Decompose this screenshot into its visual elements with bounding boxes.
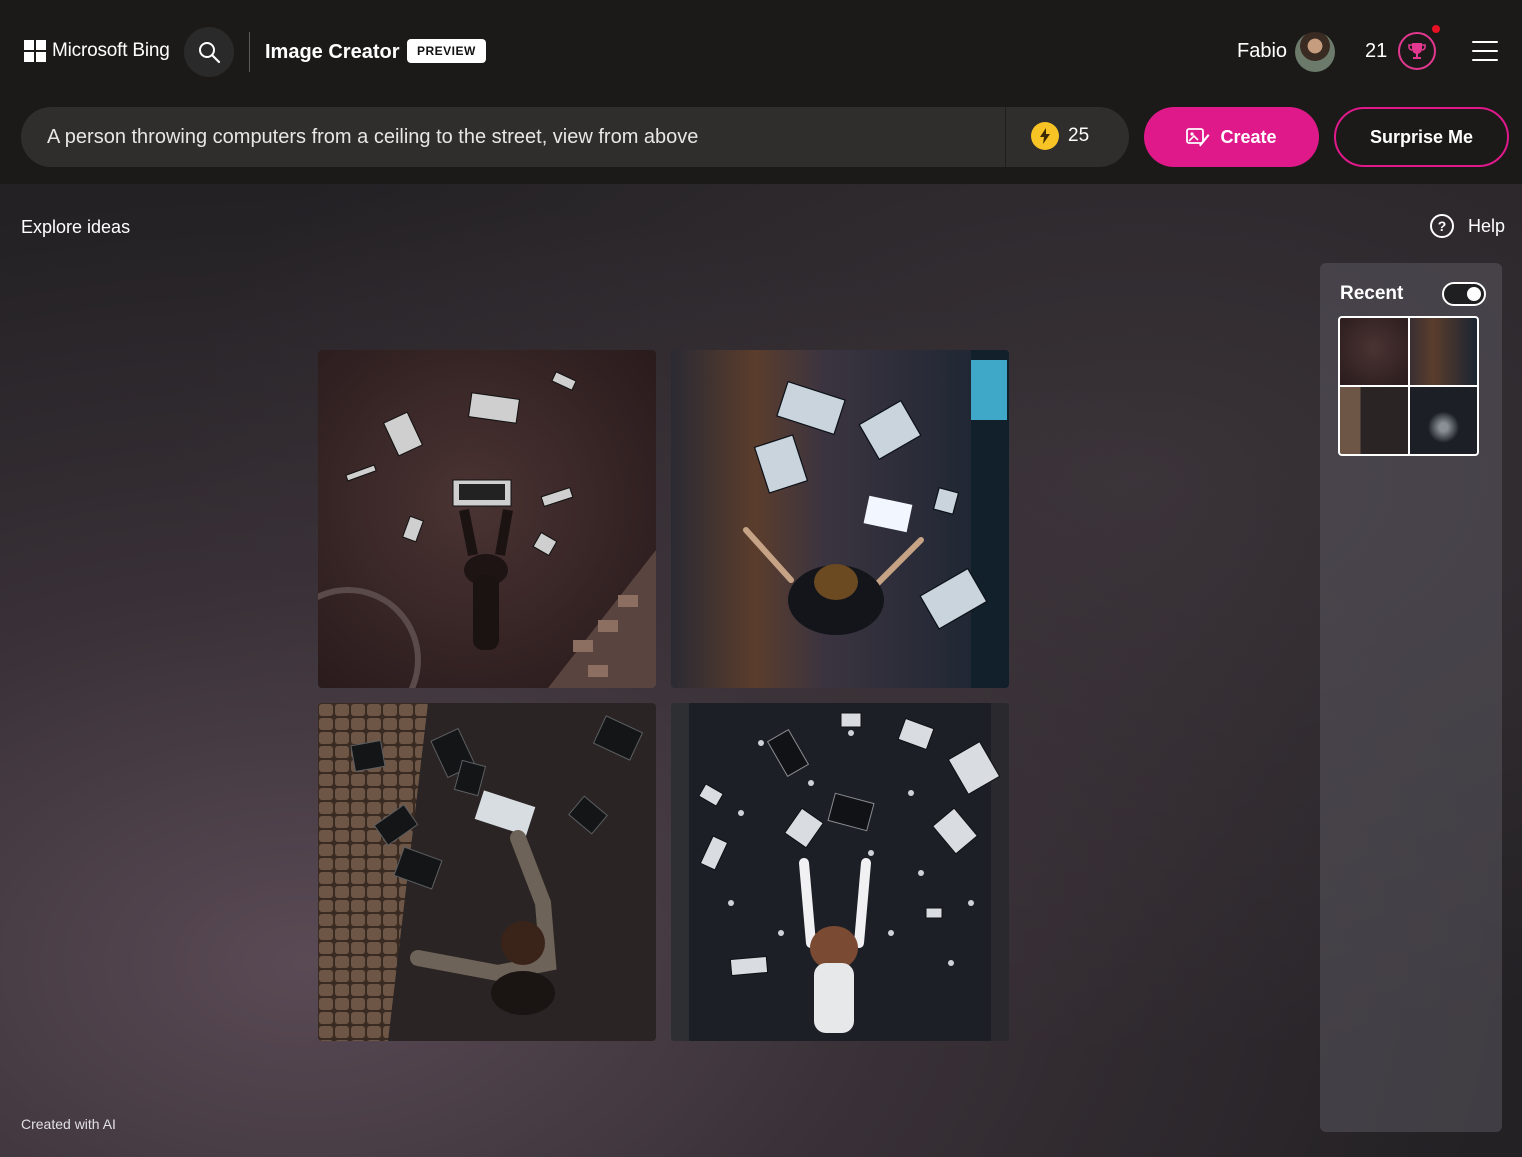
- thumb-image-2: [1409, 318, 1477, 385]
- brand-name: Microsoft Bing: [52, 40, 170, 61]
- notification-dot: [1432, 25, 1440, 33]
- explore-ideas-link[interactable]: Explore ideas: [21, 217, 130, 238]
- help-label: Help: [1468, 215, 1506, 236]
- recent-toggle[interactable]: [1442, 282, 1486, 306]
- preview-badge: PREVIEW: [407, 39, 486, 63]
- create-label: Create: [1220, 126, 1277, 147]
- generated-image-1[interactable]: [318, 350, 656, 688]
- boost-count: 25: [1068, 125, 1090, 146]
- rewards-points[interactable]: 21: [1365, 40, 1387, 63]
- thumb-image-1: [1340, 318, 1408, 385]
- thumb-image-4: [1409, 387, 1477, 454]
- lightning-icon: [1031, 122, 1059, 150]
- user-name[interactable]: Fabio: [1237, 40, 1287, 63]
- create-button[interactable]: Create: [1144, 107, 1319, 167]
- thumb-image-3: [1340, 387, 1408, 454]
- toggle-knob: [1467, 287, 1481, 301]
- search-icon: [199, 42, 221, 64]
- bing-brand-link[interactable]: Microsoft Bing: [24, 40, 170, 62]
- help-icon: ?: [1430, 214, 1454, 238]
- rewards-button[interactable]: [1398, 32, 1436, 70]
- product-title[interactable]: Image Creator: [265, 41, 400, 64]
- search-button[interactable]: [184, 27, 234, 77]
- created-with-ai-label: Created with AI: [21, 1116, 116, 1132]
- header-divider: [249, 32, 250, 72]
- avatar[interactable]: [1295, 32, 1335, 72]
- trophy-icon: [1408, 43, 1426, 59]
- recent-panel: Recent: [1320, 263, 1502, 1132]
- generated-image-grid: [318, 350, 1009, 1041]
- recent-creation-thumbnail[interactable]: [1338, 316, 1479, 456]
- boost-counter[interactable]: 25: [1031, 122, 1089, 150]
- generated-image-3[interactable]: [318, 703, 656, 1041]
- top-bar: Microsoft Bing Image Creator PREVIEW Fab…: [0, 0, 1522, 184]
- generated-image-4[interactable]: [671, 703, 1009, 1041]
- main-content: Explore ideas ? Help Recent Created with…: [0, 184, 1522, 1157]
- windows-logo-icon: [24, 40, 46, 62]
- hamburger-menu-icon[interactable]: [1472, 41, 1498, 61]
- prompt-text[interactable]: A person throwing computers from a ceili…: [47, 126, 698, 149]
- recent-title: Recent: [1340, 283, 1404, 304]
- surprise-me-button[interactable]: Surprise Me: [1334, 107, 1509, 167]
- generated-image-2[interactable]: [671, 350, 1009, 688]
- image-create-icon: [1186, 128, 1210, 147]
- help-link[interactable]: ? Help: [1430, 214, 1505, 238]
- prompt-separator: [1005, 107, 1006, 167]
- prompt-input[interactable]: A person throwing computers from a ceili…: [21, 107, 1129, 167]
